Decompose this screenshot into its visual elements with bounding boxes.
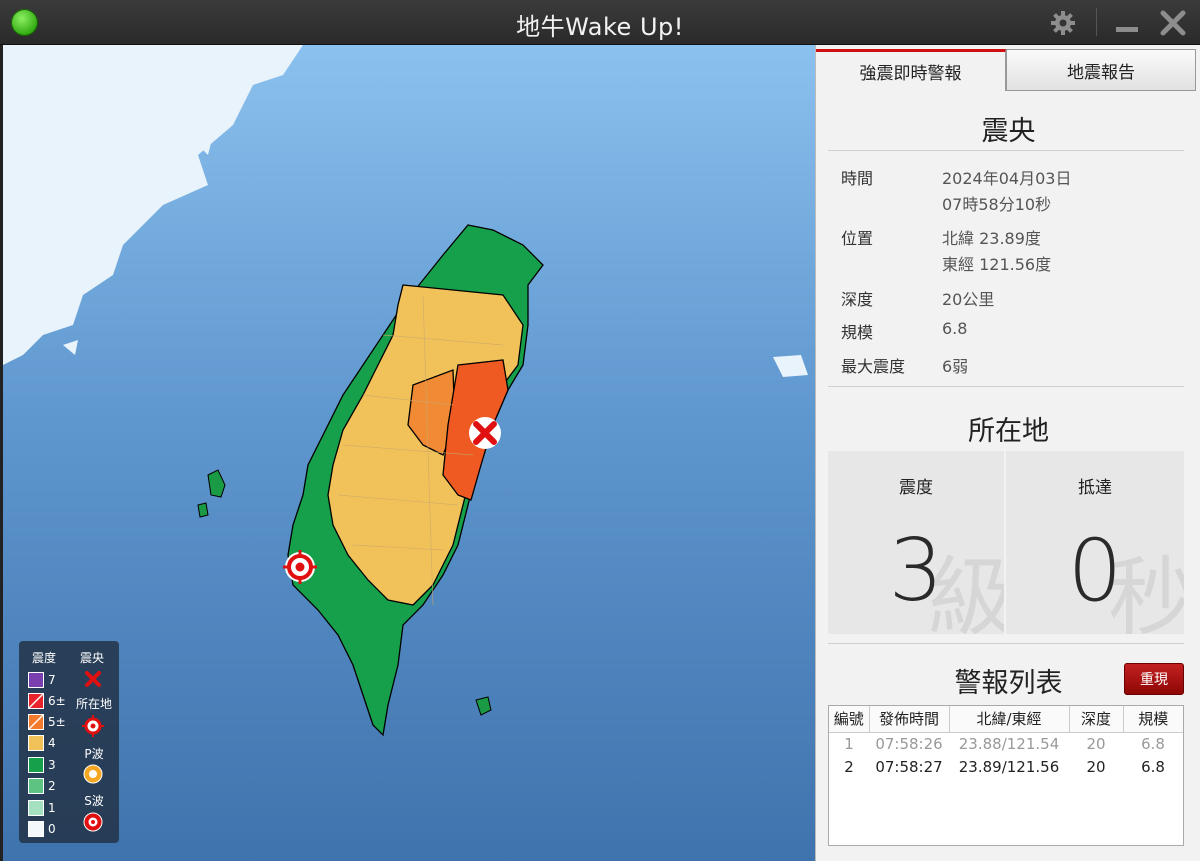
date-value: 2024年04月03日: [942, 169, 1072, 188]
green-island: [475, 696, 492, 716]
legend-p-wave-title: P波: [84, 747, 104, 761]
epicenter-marker-icon: [469, 417, 501, 449]
legend-location-title: 所在地: [75, 697, 112, 711]
max-intensity-value: 6弱: [942, 357, 969, 376]
intensity-map[interactable]: 震度 震央 7 6± 5± 4 3 2 1 0 所在地 P波 S波: [0, 45, 815, 861]
mainland-coast: [3, 45, 303, 365]
legend-swatch: [28, 693, 44, 709]
cell-latlon: 23.88/121.54: [958, 734, 1060, 753]
tab-bar: 強震即時警報 地震報告: [816, 45, 1200, 91]
info-panel: 強震即時警報 地震報告 震央 時間 2024年04月03日 07時58分10秒 …: [815, 45, 1200, 861]
tab-realtime-alert[interactable]: 強震即時警報: [816, 49, 1006, 91]
cell-depth: 20: [1086, 757, 1106, 776]
penghu-islands: [197, 469, 226, 518]
table-row[interactable]: 2 07:58:27 23.89/121.56 20 6.8: [829, 755, 1183, 778]
legend-swatch: [28, 714, 44, 730]
legend-level-1: 1: [28, 799, 56, 817]
latitude-value: 北緯 23.89度: [942, 229, 1041, 248]
max-intensity-label: 最大震度: [841, 357, 906, 376]
close-icon[interactable]: [1158, 8, 1188, 38]
divider: [828, 643, 1184, 644]
legend-swatch: [28, 735, 44, 751]
map-legend: 震度 震央 7 6± 5± 4 3 2 1 0 所在地 P波 S波: [19, 641, 119, 843]
cell-time: 07:58:26: [875, 734, 943, 753]
arrival-label: 抵達: [1078, 478, 1112, 498]
col-header-latlon[interactable]: 北緯/東經: [949, 706, 1070, 733]
arrival-countdown-box: 秒 抵達 0: [1006, 451, 1184, 634]
title-bar: 地牛Wake Up!: [0, 0, 1200, 45]
legend-level-6: 6±: [28, 692, 66, 710]
minimize-icon[interactable]: [1112, 8, 1142, 38]
local-intensity-box: 級 震度 3: [828, 451, 1004, 634]
depth-label: 深度: [841, 290, 874, 309]
divider: [828, 150, 1184, 151]
cell-magnitude: 6.8: [1141, 757, 1165, 776]
legend-location-icon: [82, 715, 104, 737]
table-row[interactable]: 1 07:58:26 23.88/121.54 20 6.8: [829, 732, 1183, 755]
location-title: 所在地: [968, 416, 1049, 447]
p-wave-icon: [83, 764, 103, 784]
intensity-label: 震度: [899, 478, 933, 498]
cell-latlon: 23.89/121.56: [958, 757, 1060, 776]
col-header-time[interactable]: 發佈時間: [869, 706, 950, 733]
legend-s-wave-title: S波: [84, 794, 104, 808]
gear-icon[interactable]: [1048, 8, 1078, 38]
cell-time: 07:58:27: [875, 757, 943, 776]
legend-level-7: 7: [28, 671, 56, 689]
titlebar-separator: [1096, 8, 1097, 36]
divider: [828, 386, 1184, 387]
legend-level-5: 5±: [28, 713, 66, 731]
legend-swatch: [28, 672, 44, 688]
app-title: 地牛Wake Up!: [516, 13, 684, 41]
legend-epicenter-title: 震央: [80, 651, 105, 665]
col-header-magnitude[interactable]: 規模: [1123, 706, 1183, 733]
col-header-id[interactable]: 編號: [829, 706, 870, 733]
map-svg: [3, 45, 808, 737]
legend-epicenter-icon: [85, 671, 101, 687]
legend-level-0: 0: [28, 820, 56, 838]
magnitude-value: 6.8: [942, 319, 968, 338]
col-header-depth[interactable]: 深度: [1069, 706, 1124, 733]
taiwan-island: [287, 224, 544, 737]
time-value: 07時58分10秒: [942, 195, 1052, 214]
legend-level-2: 2: [28, 777, 56, 795]
magnitude-label: 規模: [841, 323, 874, 342]
position-label: 位置: [841, 229, 874, 248]
intensity-value: 3: [888, 521, 944, 621]
tab-earthquake-report[interactable]: 地震報告: [1006, 49, 1196, 91]
arrival-value: 0: [1067, 521, 1123, 621]
legend-level-3: 3: [28, 756, 56, 774]
replay-button[interactable]: 重現: [1124, 663, 1184, 695]
legend-swatch: [28, 778, 44, 794]
alert-table: 編號 發佈時間 北緯/東經 深度 規模 1 07:58:26 23.88/121…: [828, 705, 1184, 846]
cell-id: 2: [844, 757, 854, 776]
s-wave-icon: [83, 812, 103, 832]
longitude-value: 東經 121.56度: [942, 255, 1052, 274]
cell-id: 1: [844, 734, 854, 753]
cell-depth: 20: [1086, 734, 1106, 753]
table-header-row: 編號 發佈時間 北緯/東經 深度 規模: [829, 706, 1183, 733]
depth-value: 20公里: [942, 290, 995, 309]
cell-magnitude: 6.8: [1141, 734, 1165, 753]
legend-level-4: 4: [28, 734, 56, 752]
legend-swatch: [28, 757, 44, 773]
legend-swatch: [28, 821, 44, 837]
time-label: 時間: [841, 169, 874, 188]
legend-swatch: [28, 800, 44, 816]
legend-intensity-title: 震度: [32, 651, 57, 665]
epicenter-title: 震央: [981, 116, 1036, 147]
